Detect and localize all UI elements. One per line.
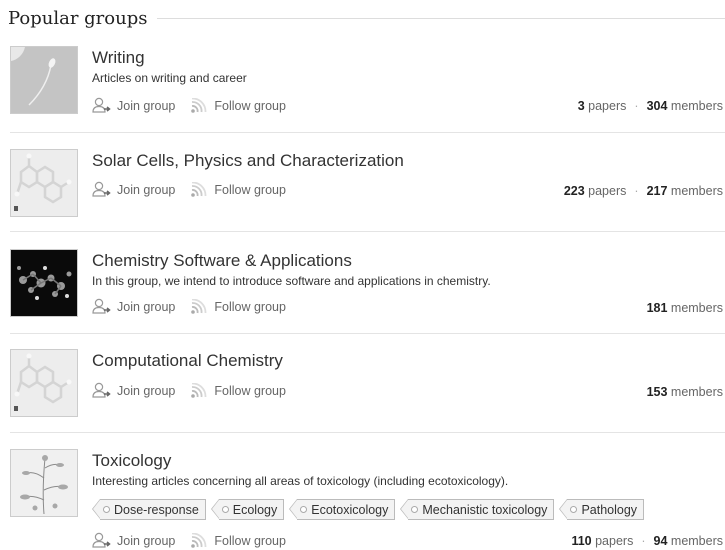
header-rule — [157, 17, 725, 19]
group-item-toxicology: Toxicology Interesting articles concerni… — [10, 449, 725, 550]
group-divider — [10, 231, 725, 232]
follow-group-label: Follow group — [214, 182, 286, 197]
rss-feed-icon — [191, 382, 207, 398]
molecule-thumbnail[interactable] — [10, 149, 78, 217]
tag-ecology[interactable]: Ecology — [210, 499, 285, 520]
group-stats: 3 papers · 304 members — [577, 99, 723, 113]
join-group-label: Join group — [117, 299, 176, 314]
papers-count: 223 — [563, 184, 585, 198]
join-group-label: Join group — [117, 182, 176, 197]
follow-group-label: Follow group — [214, 299, 286, 314]
join-group-button[interactable]: Join group — [92, 382, 175, 399]
join-user-icon — [92, 181, 111, 197]
molecular-render-thumbnail[interactable] — [10, 249, 78, 317]
join-user-icon — [92, 298, 111, 314]
follow-group-button[interactable]: Follow group — [189, 97, 286, 114]
follow-group-button[interactable]: Follow group — [189, 382, 286, 399]
page-title: Popular groups — [8, 7, 148, 29]
group-stats: 223 papers · 217 members — [563, 184, 723, 198]
papers-count: 3 — [577, 99, 585, 113]
group-description: In this group, we intend to introduce so… — [92, 274, 491, 288]
rss-feed-icon — [191, 97, 207, 113]
writing-thumbnail[interactable] — [10, 46, 78, 114]
rss-feed-icon — [191, 298, 207, 314]
tag-pathology[interactable]: Pathology — [559, 499, 645, 520]
follow-group-label: Follow group — [214, 98, 286, 113]
rss-feed-icon — [191, 532, 207, 548]
molecule-thumbnail[interactable] — [10, 349, 78, 417]
members-count: 304 — [646, 99, 668, 113]
follow-group-button[interactable]: Follow group — [189, 181, 286, 198]
join-group-button[interactable]: Join group — [92, 181, 175, 198]
join-group-label: Join group — [117, 533, 176, 548]
join-group-label: Join group — [117, 98, 176, 113]
follow-group-label: Follow group — [214, 383, 286, 398]
join-user-icon — [92, 97, 111, 113]
tag-mechanistic-toxicology[interactable]: Mechanistic toxicology — [400, 499, 555, 520]
group-stats: 110 papers · 94 members — [571, 534, 723, 548]
group-item-writing: Writing Articles on writing and career J… — [10, 46, 725, 133]
group-actions: Join group Follow group — [92, 97, 300, 114]
members-count: 94 — [653, 534, 668, 548]
join-group-button[interactable]: Join group — [92, 532, 175, 549]
group-name[interactable]: Computational Chemistry — [92, 351, 283, 371]
join-group-button[interactable]: Join group — [92, 298, 175, 315]
group-actions: Join group Follow group — [92, 298, 300, 315]
group-name[interactable]: Toxicology — [92, 451, 171, 471]
group-actions: Join group Follow group — [92, 532, 300, 549]
group-name[interactable]: Solar Cells, Physics and Characterizatio… — [92, 151, 404, 171]
group-actions: Join group Follow group — [92, 181, 300, 198]
plant-illustration-thumbnail[interactable] — [10, 449, 78, 517]
members-count: 153 — [646, 385, 668, 399]
group-name[interactable]: Writing — [92, 48, 145, 68]
group-actions: Join group Follow group — [92, 382, 300, 399]
follow-group-button[interactable]: Follow group — [189, 532, 286, 549]
join-user-icon — [92, 382, 111, 398]
join-user-icon — [92, 532, 111, 548]
follow-group-label: Follow group — [214, 533, 286, 548]
group-description: Articles on writing and career — [92, 71, 247, 85]
group-divider — [10, 333, 725, 334]
papers-count: 110 — [571, 534, 592, 548]
group-stats: 153 members — [646, 385, 723, 399]
group-item-chemistry-software: Chemistry Software & Applications In thi… — [10, 249, 725, 334]
group-divider — [10, 432, 725, 433]
join-group-button[interactable]: Join group — [92, 97, 175, 114]
section-header: Popular groups — [8, 6, 725, 30]
group-divider — [10, 132, 725, 133]
group-description: Interesting articles concerning all area… — [92, 474, 509, 488]
join-group-label: Join group — [117, 383, 176, 398]
group-stats: 181 members — [646, 301, 723, 315]
members-count: 181 — [646, 301, 668, 315]
group-item-computational-chemistry: Computational Chemistry Join group Follo… — [10, 349, 725, 433]
tag-list: Dose-response Ecology Ecotoxicology Mech… — [92, 499, 649, 520]
tag-dose-response[interactable]: Dose-response — [92, 499, 206, 520]
rss-feed-icon — [191, 181, 207, 197]
group-item-solar-cells: Solar Cells, Physics and Characterizatio… — [10, 149, 725, 232]
group-name[interactable]: Chemistry Software & Applications — [92, 251, 352, 271]
follow-group-button[interactable]: Follow group — [189, 298, 286, 315]
members-count: 217 — [646, 184, 668, 198]
tag-ecotoxicology[interactable]: Ecotoxicology — [289, 499, 396, 520]
